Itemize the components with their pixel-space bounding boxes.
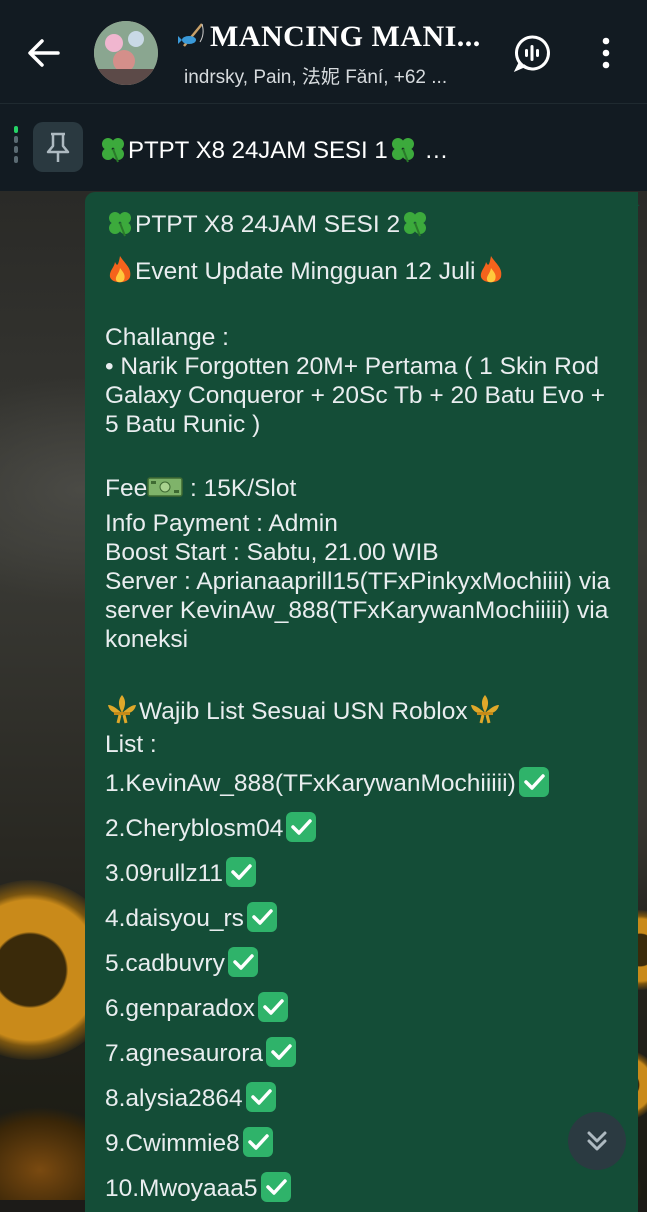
check-mark-icon: [242, 1127, 273, 1157]
boost-start: Boost Start : Sabtu, 21.00 WIB: [105, 539, 439, 566]
fee-value: : 15K/Slot: [183, 475, 297, 502]
check-mark-icon: [245, 1082, 276, 1112]
check-mark-icon: [286, 812, 317, 842]
list-item: 4.daisyou_rs: [105, 901, 625, 933]
four-leaf-clover-icon: [404, 212, 427, 237]
double-chevron-down-icon: [587, 1131, 607, 1151]
info-payment: Info Payment : Admin: [105, 510, 338, 537]
chat-title[interactable]: MANCING MANI...: [178, 20, 481, 54]
check-mark-icon: [260, 1172, 291, 1202]
challenge-text: • Narik Forgotten 20M+ Pertama ( 1 Skin …: [105, 353, 606, 438]
list-item: 8.alysia2864: [105, 1081, 625, 1113]
more-vertical-icon[interactable]: [596, 36, 616, 70]
four-leaf-clover-icon: [109, 212, 131, 237]
event-line: Event Update Mingguan 12 Juli: [105, 254, 625, 286]
list-item: 5.cadbuvry: [105, 946, 625, 978]
list-item: 3.09rullz11: [105, 856, 625, 888]
list-item: 9.Cwimmie8: [105, 1126, 625, 1158]
chat-title-text: MANCING MANI...: [210, 20, 481, 53]
pin-icon[interactable]: [33, 122, 83, 172]
arrow-left-icon[interactable]: [24, 33, 64, 73]
list-item-text: 8.alysia2864: [105, 1085, 243, 1112]
list-item: 6.genparadox: [105, 991, 625, 1023]
list-item-text: 2.Cheryblosm04: [105, 815, 284, 842]
check-mark-icon: [246, 902, 277, 932]
pinned-title: PTPT X8 24JAM SESI 1: [128, 137, 388, 164]
fire-icon: [109, 256, 131, 283]
pinned-message-text[interactable]: PTPT X8 24JAM SESI 1 …: [98, 134, 448, 165]
chat-participants[interactable]: indrsky, Pain, 法妮 Fǎní, +62 ...: [184, 62, 447, 89]
participant-list: 1.KevinAw_888(TFxKarywanMochiiiii) 2.Cher…: [105, 766, 625, 1203]
list-item-text: 1.KevinAw_888(TFxKarywanMochiiiii): [105, 770, 516, 797]
server-text: Server : Aprianaaprill15(TFxPinkyxMochii…: [105, 568, 611, 653]
challenge-label: Challange :: [105, 324, 229, 351]
pinned-ellipsis: …: [424, 137, 449, 164]
check-mark-icon: [226, 857, 257, 887]
list-item-text: 6.genparadox: [105, 995, 255, 1022]
check-mark-icon: [227, 947, 258, 977]
fee-line: Fee : 15K/Slot: [105, 474, 625, 503]
list-item-text: 4.daisyou_rs: [105, 905, 244, 932]
fishing-pole-icon: [178, 23, 204, 47]
list-item: 2.Cheryblosm04: [105, 811, 625, 843]
list-item-text: 5.cadbuvry: [105, 950, 225, 977]
list-item: 10.Mwoyaaa5: [105, 1171, 625, 1203]
bubble-tail: [626, 192, 640, 206]
message-title-line: PTPT X8 24JAM SESI 2: [105, 208, 625, 239]
fire-icon: [480, 256, 501, 283]
wajib-text: Wajib List Sesuai USN Roblox: [139, 698, 468, 725]
message-text[interactable]: PTPT X8 24JAM SESI 2 Event Update Minggu…: [105, 206, 625, 1203]
fleur-de-lis-icon: [470, 695, 499, 724]
four-leaf-clover-icon: [102, 138, 124, 163]
event-text: Event Update Mingguan 12 Juli: [135, 258, 476, 285]
list-item-text: 3.09rullz11: [105, 860, 224, 887]
list-item-text: 7.agnesaurora: [105, 1040, 264, 1067]
check-mark-icon: [266, 1037, 297, 1067]
message-title: PTPT X8 24JAM SESI 2: [135, 211, 401, 238]
fee-label: Fee: [105, 475, 148, 502]
scroll-down-button[interactable]: [568, 1112, 626, 1170]
check-mark-icon: [518, 767, 549, 797]
fleur-de-lis-icon: [108, 695, 136, 724]
wajib-line: Wajib List Sesuai USN Roblox: [105, 693, 625, 726]
group-avatar[interactable]: [94, 21, 158, 85]
four-leaf-clover-icon: [391, 138, 414, 163]
list-item-text: 10.Mwoyaaa5: [105, 1175, 258, 1202]
chat-header: MANCING MANI... indrsky, Pain, 法妮 Fǎní, …: [0, 0, 647, 103]
dollar-banknote-icon: [147, 477, 183, 497]
list-item: 1.KevinAw_888(TFxKarywanMochiiiii): [105, 766, 625, 798]
list-item-text: 9.Cwimmie8: [105, 1130, 240, 1157]
list-label: List :: [105, 731, 157, 758]
check-mark-icon: [257, 992, 288, 1022]
list-item: 7.agnesaurora: [105, 1036, 625, 1068]
voice-chat-icon[interactable]: [512, 33, 552, 73]
pinned-indicator: [14, 126, 18, 166]
